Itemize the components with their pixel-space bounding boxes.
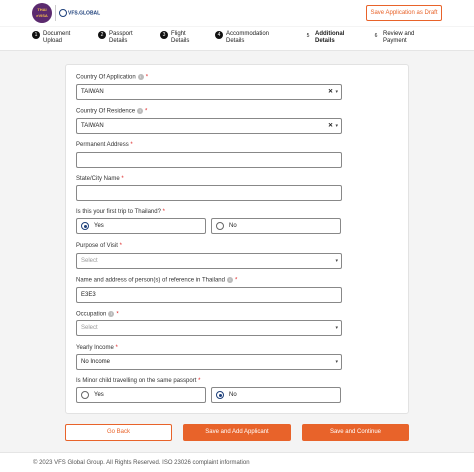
radio-label: No — [229, 223, 237, 229]
yearly-income-select[interactable]: No Income ▾ — [76, 354, 342, 370]
step-label: Flight Details — [171, 31, 190, 44]
step-label: Additional Details — [315, 31, 345, 44]
reference-label: Name and address of person(s) of referen… — [76, 277, 238, 284]
minor-child-no-option[interactable]: No — [211, 387, 341, 403]
radio-selected-icon[interactable] — [81, 222, 89, 230]
step-label: Document Upload — [43, 31, 71, 44]
chevron-down-icon[interactable]: ▾ — [335, 85, 338, 99]
radio-label: No — [229, 392, 237, 398]
step-number: 2 — [98, 31, 106, 39]
yearly-income-value: No Income — [81, 359, 111, 365]
save-continue-button[interactable]: Save and Continue — [302, 424, 409, 441]
info-icon[interactable]: i — [137, 108, 144, 114]
info-icon[interactable]: i — [108, 311, 115, 317]
step-label: Passport Details — [109, 31, 133, 44]
chevron-down-icon[interactable]: ▾ — [335, 254, 338, 268]
top-header: THAI eVISA VFS.GLOBAL Save Application a… — [0, 0, 474, 26]
country-residence-select[interactable]: TAIWAN ✕ ▾ — [76, 118, 342, 134]
step-number: 5 — [304, 31, 312, 39]
chevron-down-icon[interactable]: ▾ — [335, 119, 338, 133]
state-city-input[interactable] — [76, 185, 342, 201]
vfs-logo-text: VFS.GLOBAL — [68, 10, 101, 17]
occupation-select[interactable]: Select ▾ — [76, 320, 342, 336]
step-accommodation-details[interactable]: 4 Accommodation Details — [215, 31, 278, 45]
step-review-payment[interactable]: 6 Review and Payment — [372, 31, 425, 45]
first-trip-no-option[interactable]: No — [211, 218, 341, 234]
reference-input[interactable]: E3E3 — [76, 287, 342, 303]
permanent-address-input[interactable] — [76, 152, 342, 168]
step-flight-details[interactable]: 3 Flight Details — [160, 31, 199, 45]
purpose-label: Purpose of Visit * — [76, 243, 122, 249]
permanent-address-label: Permanent Address * — [76, 142, 133, 148]
yearly-income-label: Yearly Income * — [76, 345, 118, 351]
save-draft-button[interactable]: Save Application as Draft — [366, 5, 442, 21]
step-number: 4 — [215, 31, 223, 39]
state-city-label: State/City Name * — [76, 176, 124, 182]
step-label: Review and Payment — [383, 31, 415, 44]
page-footer: © 2023 VFS Global Group. All Rights Rese… — [0, 452, 474, 472]
step-document-upload[interactable]: 1 Document Upload — [32, 31, 83, 45]
step-number: 1 — [32, 31, 40, 39]
progress-stepper: 1 Document Upload 2 Passport Details 3 F… — [0, 27, 474, 51]
step-number: 6 — [372, 31, 380, 39]
thai-evisa-logo[interactable]: THAI eVISA — [32, 3, 52, 23]
country-application-label: Country Of Application i * — [76, 74, 149, 81]
minor-child-yes-option[interactable]: Yes — [76, 387, 206, 403]
radio-label: Yes — [94, 392, 104, 398]
step-label: Accommodation Details — [226, 31, 270, 44]
minor-child-label: Is Minor child travelling on the same pa… — [76, 378, 201, 384]
radio-label: Yes — [94, 223, 104, 229]
country-residence-value: TAIWAN — [81, 123, 104, 129]
radio-unselected-icon[interactable] — [216, 222, 224, 230]
clear-icon[interactable]: ✕ — [328, 119, 333, 133]
purpose-placeholder: Select — [81, 258, 98, 264]
purpose-select[interactable]: Select ▾ — [76, 253, 342, 269]
clear-icon[interactable]: ✕ — [328, 85, 333, 99]
info-icon[interactable]: i — [226, 277, 233, 283]
first-trip-label: Is this your first trip to Thailand? * — [76, 209, 165, 215]
occupation-placeholder: Select — [81, 325, 98, 331]
info-icon[interactable]: i — [137, 74, 144, 80]
first-trip-yes-option[interactable]: Yes — [76, 218, 206, 234]
go-back-button[interactable]: Go Back — [65, 424, 172, 441]
chevron-down-icon[interactable]: ▾ — [335, 321, 338, 335]
country-application-value: TAIWAN — [81, 89, 104, 95]
save-add-applicant-button[interactable]: Save and Add Applicant — [183, 424, 291, 441]
radio-unselected-icon[interactable] — [81, 391, 89, 399]
country-residence-label: Country Of Residence i * — [76, 108, 148, 115]
occupation-label: Occupation i * — [76, 311, 119, 318]
chevron-down-icon[interactable]: ▾ — [335, 355, 338, 369]
vfs-global-logo: VFS.GLOBAL — [59, 9, 100, 17]
logo-divider — [55, 5, 56, 21]
step-number: 3 — [160, 31, 168, 39]
country-application-select[interactable]: TAIWAN ✕ ▾ — [76, 84, 342, 100]
vfs-mark-icon — [59, 9, 67, 17]
step-passport-details[interactable]: 2 Passport Details — [98, 31, 141, 45]
radio-selected-icon[interactable] — [216, 391, 224, 399]
step-additional-details[interactable]: 5 Additional Details — [304, 31, 351, 45]
